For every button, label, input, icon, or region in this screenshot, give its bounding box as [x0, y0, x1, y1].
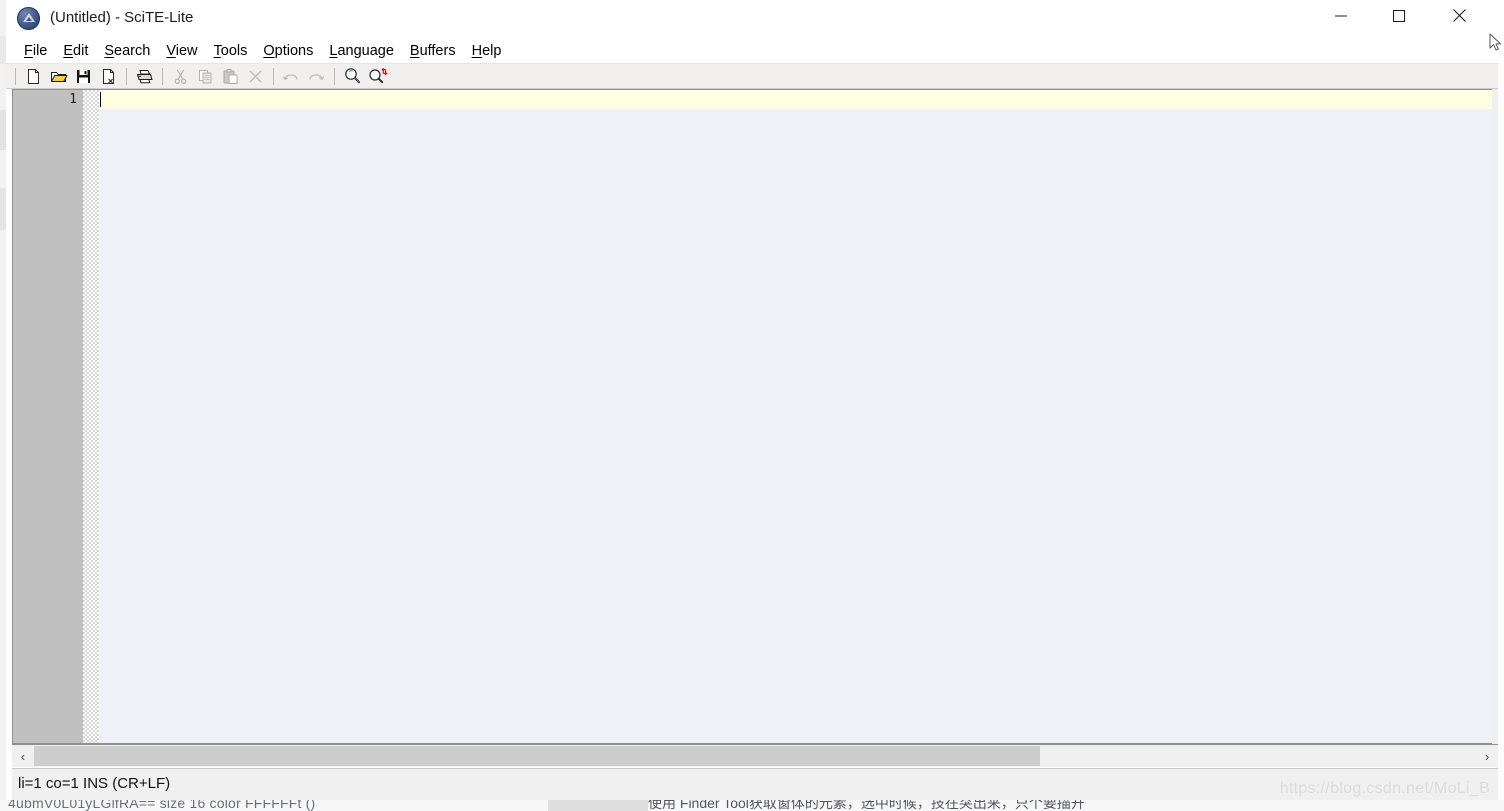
toolbar-separator-1 [126, 67, 127, 85]
redo-icon[interactable] [304, 64, 329, 88]
horizontal-scrollbar[interactable]: ‹ › [12, 744, 1498, 767]
toolbar-separator-4 [334, 67, 335, 85]
menu-item-help[interactable]: Help [464, 42, 510, 60]
scite-logo-triangle-inner [25, 16, 32, 21]
menu-item-edit[interactable]: Edit [55, 42, 96, 60]
minimize-button[interactable] [1318, 0, 1364, 31]
scite-logo-icon [17, 7, 40, 30]
maximize-button[interactable] [1376, 0, 1422, 31]
new-file-icon[interactable] [21, 64, 46, 88]
toolbar-separator-3 [273, 67, 274, 85]
toolbar-separator-2 [162, 67, 163, 85]
toolbar [6, 63, 1498, 89]
scroll-left-arrow-icon[interactable]: ‹ [12, 745, 34, 767]
delete-icon[interactable] [243, 64, 268, 88]
editor-area[interactable]: 1 [12, 89, 1492, 744]
copy-icon[interactable] [193, 64, 218, 88]
line-number: 1 [69, 92, 77, 107]
background-bottom-text-right: 使用 Finder Tool获取窗体的元素，选中时候，技在突出来，只个要描开 [648, 800, 1085, 811]
window-title: (Untitled) - SciTE-Lite [50, 9, 194, 26]
open-file-icon[interactable] [46, 64, 71, 88]
status-bar: li=1 co=1 INS (CR+LF) [12, 768, 1498, 800]
scroll-right-arrow-icon[interactable]: › [1476, 745, 1498, 767]
menu-item-search[interactable]: Search [96, 42, 158, 60]
menu-item-buffers[interactable]: Buffers [402, 42, 464, 60]
undo-icon[interactable] [279, 64, 304, 88]
menu-item-view[interactable]: View [158, 42, 205, 60]
text-editing-surface[interactable] [99, 90, 1492, 743]
print-icon[interactable] [132, 64, 157, 88]
title-bar[interactable]: (Untitled) - SciTE-Lite [6, 0, 1498, 39]
menu-item-tools[interactable]: Tools [206, 42, 256, 60]
paste-icon[interactable] [218, 64, 243, 88]
save-file-icon[interactable] [71, 64, 96, 88]
menu-item-options[interactable]: Options [255, 42, 321, 60]
cut-icon[interactable] [168, 64, 193, 88]
close-file-icon[interactable] [96, 64, 121, 88]
scrollbar-thumb[interactable] [34, 746, 1040, 766]
menu-item-file[interactable]: File [16, 42, 55, 60]
scite-main-window: (Untitled) - SciTE-Lite File Edit Search… [6, 0, 1498, 806]
status-caret-position: li=1 co=1 INS (CR+LF) [18, 775, 171, 792]
background-bottom-text-left: 4ubmV0L01yLGlfRA== size 16 color FFFFFFt… [8, 800, 316, 811]
line-number-gutter: 1 [13, 90, 83, 743]
current-line-highlight [99, 90, 1492, 109]
menu-item-language[interactable]: Language [321, 42, 402, 60]
fold-margin[interactable] [83, 90, 99, 743]
text-caret [100, 92, 101, 107]
background-bottom-strip: 4ubmV0L01yLGlfRA== size 16 color FFFFFFt… [0, 800, 1504, 811]
close-button[interactable] [1436, 0, 1482, 31]
toolbar-separator-0 [15, 67, 16, 85]
background-bottom-separator [548, 800, 648, 811]
scrollbar-track[interactable] [34, 745, 1476, 767]
menu-bar: File Edit Search View Tools Options Lang… [6, 38, 1498, 63]
editor-right-edge [1492, 89, 1498, 744]
find-icon[interactable] [340, 64, 365, 88]
replace-icon[interactable] [365, 64, 390, 88]
